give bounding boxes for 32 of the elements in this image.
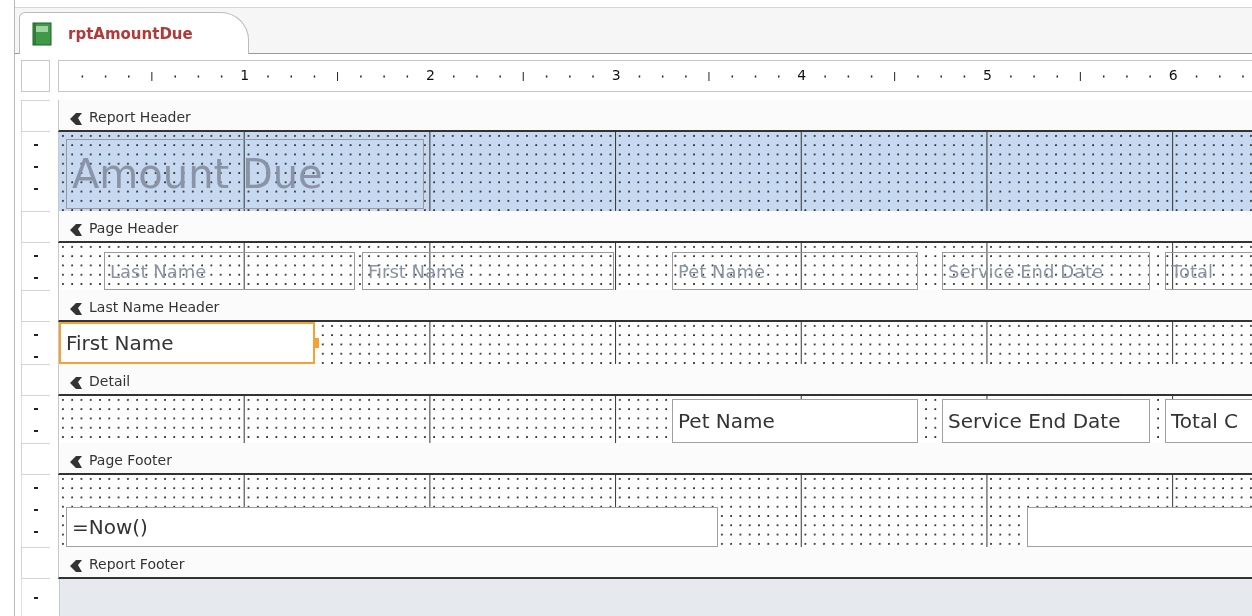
text-box[interactable]: Service End Date [942, 399, 1150, 443]
section-bar[interactable]: Page Footer [58, 443, 1252, 475]
section-bar[interactable]: Last Name Header [58, 290, 1252, 322]
section-selector[interactable] [21, 443, 50, 475]
section-selector[interactable] [21, 290, 50, 322]
ruler-number: 1 [239, 67, 251, 83]
text-box[interactable]: Pet Name [672, 399, 918, 443]
section-selector[interactable] [21, 364, 50, 396]
notebook-icon [32, 21, 52, 46]
report-selector[interactable] [21, 60, 50, 92]
section-marker-icon [69, 559, 83, 573]
section-selector[interactable] [21, 100, 50, 132]
section-marker-icon [69, 455, 83, 469]
section-selector[interactable] [21, 211, 50, 243]
ruler-number: 3 [610, 67, 622, 83]
section-marker-icon [69, 112, 83, 126]
text-box[interactable] [1027, 507, 1252, 547]
section-selector[interactable] [21, 547, 50, 579]
section-bar[interactable]: Report Footer [58, 547, 1252, 579]
section-bar[interactable]: Detail [58, 364, 1252, 396]
text-box[interactable]: =Now() [66, 507, 718, 547]
ruler-number: 4 [796, 67, 808, 83]
text-box[interactable]: Total C [1165, 399, 1252, 443]
ruler-number: 5 [982, 67, 993, 83]
section-marker-icon [69, 223, 83, 237]
section-bar[interactable]: Page Header [58, 211, 1252, 243]
section-bar[interactable]: Report Header [58, 100, 1252, 132]
section-marker-icon [69, 302, 83, 316]
section-marker-icon [69, 376, 83, 390]
document-tab[interactable]: rptAmountDue [19, 12, 249, 54]
ruler-number: 6 [1167, 67, 1179, 83]
ruler-number: 2 [424, 67, 436, 83]
